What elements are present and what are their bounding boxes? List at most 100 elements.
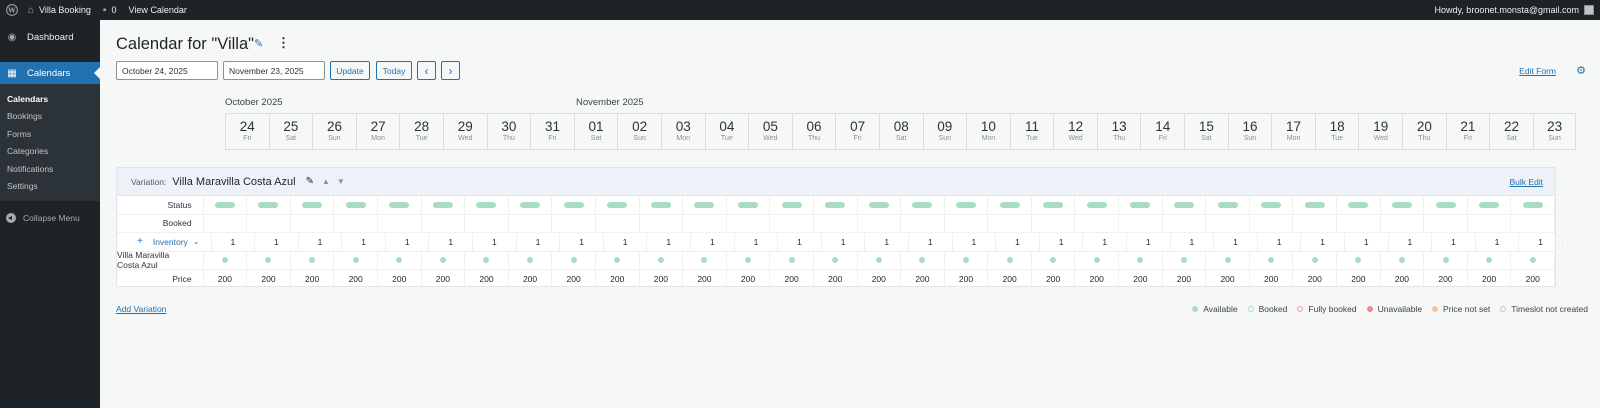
status-cell[interactable] [247,196,291,214]
booked-cell[interactable] [1119,214,1163,232]
unit-availability-cell[interactable] [1424,251,1468,269]
submenu-item-notifications[interactable]: Notifications [0,160,100,178]
unit-availability-cell[interactable] [1468,251,1512,269]
inventory-cell[interactable]: 1 [1301,233,1345,251]
unit-availability-cell[interactable] [770,251,814,269]
inventory-cell[interactable]: 1 [604,233,648,251]
submenu-item-forms[interactable]: Forms [0,125,100,143]
inventory-cell[interactable]: 1 [1171,233,1215,251]
inventory-cell[interactable]: 1 [909,233,953,251]
inventory-cell[interactable]: 1 [647,233,692,251]
today-button[interactable]: Today [376,61,412,80]
inventory-cell[interactable]: 1 [1432,233,1476,251]
inventory-cell[interactable]: 1 [1345,233,1389,251]
unit-availability-cell[interactable] [1206,251,1250,269]
price-cell[interactable]: 200 [1424,270,1468,289]
status-cell[interactable] [1468,196,1512,214]
start-date-input[interactable] [116,61,218,80]
booked-cell[interactable] [552,214,596,232]
status-cell[interactable] [770,196,814,214]
status-cell[interactable] [988,196,1032,214]
booked-cell[interactable] [1206,214,1250,232]
booked-cell[interactable] [204,214,248,232]
inventory-cell[interactable]: 1 [517,233,561,251]
comments-link[interactable]: ▪ 0 [97,0,123,20]
unit-availability-cell[interactable] [727,251,771,269]
unit-availability-cell[interactable] [1337,251,1381,269]
unit-availability-cell[interactable] [945,251,989,269]
unit-availability-cell[interactable] [1381,251,1425,269]
booked-cell[interactable] [291,214,335,232]
inventory-cell[interactable]: 1 [1214,233,1258,251]
price-cell[interactable]: 200 [1032,270,1076,289]
bulk-edit-link[interactable]: Bulk Edit [1509,177,1543,187]
submenu-item-bookings[interactable]: Bookings [0,108,100,126]
unit-availability-cell[interactable] [465,251,509,269]
booked-cell[interactable] [1337,214,1381,232]
unit-availability-cell[interactable] [683,251,727,269]
price-cell[interactable]: 200 [334,270,378,289]
status-cell[interactable] [727,196,771,214]
edit-form-link[interactable]: Edit Form [1519,66,1556,76]
price-cell[interactable]: 200 [596,270,640,289]
unit-availability-cell[interactable] [422,251,466,269]
status-cell[interactable] [334,196,378,214]
status-cell[interactable] [465,196,509,214]
booked-cell[interactable] [988,214,1032,232]
price-cell[interactable]: 200 [247,270,291,289]
move-up-icon[interactable]: ▲ [322,177,330,186]
price-cell[interactable]: 200 [204,270,248,289]
menu-dashboard[interactable]: ◉ Dashboard [0,20,100,54]
unit-availability-cell[interactable] [509,251,553,269]
booked-cell[interactable] [247,214,291,232]
view-calendar-link[interactable]: View Calendar [122,0,192,20]
menu-calendars[interactable]: ▦ Calendars [0,62,100,84]
price-cell[interactable]: 200 [727,270,771,289]
inventory-cell[interactable]: 1 [429,233,474,251]
booked-cell[interactable] [727,214,771,232]
status-cell[interactable] [509,196,553,214]
unit-availability-cell[interactable] [814,251,858,269]
status-cell[interactable] [422,196,466,214]
price-cell[interactable]: 200 [1381,270,1425,289]
booked-cell[interactable] [1293,214,1338,232]
booked-cell[interactable] [1163,214,1207,232]
unit-availability-cell[interactable] [596,251,640,269]
inventory-cell[interactable]: 1 [386,233,430,251]
price-cell[interactable]: 200 [291,270,335,289]
booked-cell[interactable] [945,214,989,232]
price-cell[interactable]: 200 [509,270,553,289]
inventory-cell[interactable]: 1 [342,233,386,251]
booked-cell[interactable] [334,214,378,232]
price-cell[interactable]: 200 [465,270,509,289]
update-button[interactable]: Update [330,61,370,80]
site-name-link[interactable]: ⌂ Villa Booking [22,0,97,20]
inventory-cell[interactable]: 1 [1519,233,1563,251]
next-chevron-button[interactable]: › [441,61,460,80]
booked-cell[interactable] [378,214,422,232]
status-cell[interactable] [814,196,858,214]
inventory-cell[interactable]: 1 [1083,233,1127,251]
price-cell[interactable]: 200 [422,270,466,289]
unit-availability-cell[interactable] [552,251,596,269]
status-cell[interactable] [945,196,989,214]
booked-cell[interactable] [640,214,684,232]
filter-settings-icon[interactable]: ⚙ [1576,64,1586,77]
inventory-cell[interactable]: 1 [255,233,299,251]
booked-cell[interactable] [858,214,902,232]
booked-cell[interactable] [465,214,509,232]
status-cell[interactable] [1381,196,1425,214]
unit-availability-cell[interactable] [378,251,422,269]
booked-cell[interactable] [770,214,814,232]
price-cell[interactable]: 200 [858,270,902,289]
price-cell[interactable]: 200 [1293,270,1338,289]
unit-availability-cell[interactable] [1511,251,1555,269]
unit-availability-cell[interactable] [1075,251,1120,269]
unit-availability-cell[interactable] [640,251,684,269]
price-cell[interactable]: 200 [1075,270,1120,289]
edit-title-pencil-icon[interactable]: ✎ [254,37,263,50]
booked-cell[interactable] [1511,214,1555,232]
price-cell[interactable]: 200 [1163,270,1207,289]
booked-cell[interactable] [683,214,727,232]
status-cell[interactable] [291,196,335,214]
